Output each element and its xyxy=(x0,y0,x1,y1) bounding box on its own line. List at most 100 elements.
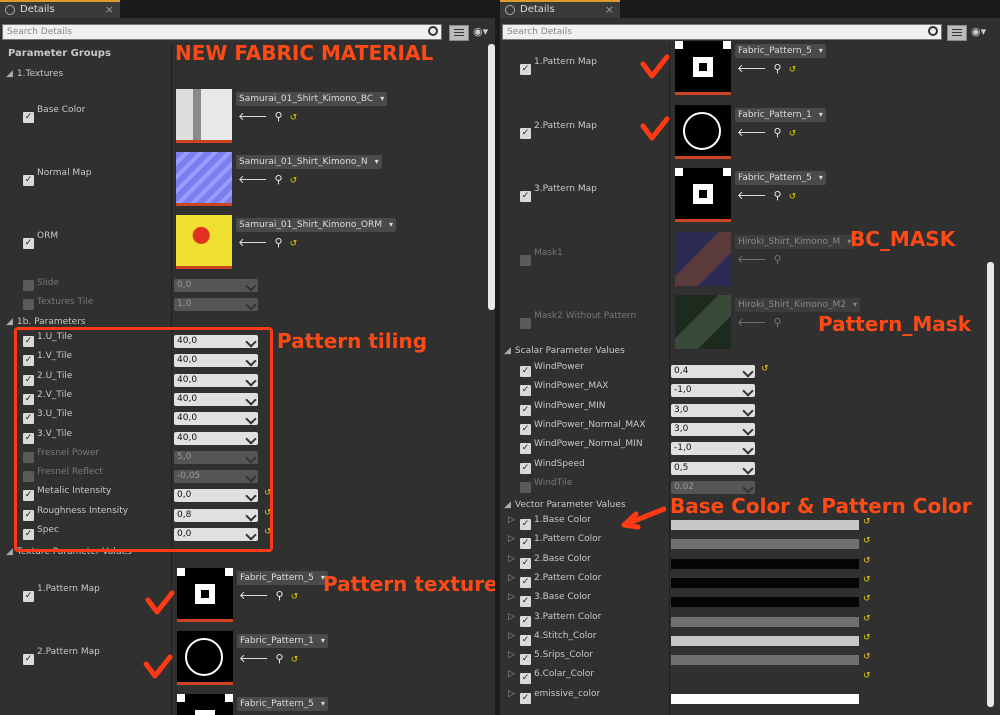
tab-details[interactable]: Details × xyxy=(0,0,120,18)
browse-search-icon[interactable]: ⚲ xyxy=(774,189,782,202)
expand-arrow-icon[interactable]: ▷ xyxy=(508,592,515,602)
reset-icon[interactable]: ↺ xyxy=(291,655,299,665)
reset-icon[interactable]: ↺ xyxy=(863,614,871,624)
reset-icon[interactable]: ↺ xyxy=(863,652,871,662)
reset-icon[interactable]: ↺ xyxy=(761,364,769,374)
color-swatch[interactable] xyxy=(671,674,859,685)
reset-icon[interactable]: ↺ xyxy=(291,592,299,602)
close-icon[interactable]: × xyxy=(105,2,114,18)
pattern-1-asset-dropdown[interactable]: Fabric_Pattern_1 xyxy=(735,107,826,122)
vector-checkbox[interactable]: ✓ xyxy=(520,576,531,588)
use-selected-arrow-icon[interactable]: 🡐 xyxy=(737,62,767,75)
texture-2-thumbnail[interactable] xyxy=(176,215,232,269)
vector-checkbox[interactable]: ✓ xyxy=(520,654,531,666)
use-selected-arrow-icon[interactable]: 🡐 xyxy=(238,173,268,186)
pattern-0-asset-dropdown[interactable]: Fabric_Pattern_5 xyxy=(735,44,826,58)
use-selected-arrow-icon[interactable]: 🡐 xyxy=(238,236,268,249)
expand-arrow-icon[interactable]: ▷ xyxy=(508,573,515,583)
pattern-2-asset-dropdown[interactable]: Fabric_Pattern_5 xyxy=(237,697,328,711)
vector-checkbox[interactable]: ✓ xyxy=(520,519,531,530)
use-selected-arrow-icon[interactable]: 🡐 xyxy=(238,110,268,123)
search-input[interactable]: Search Details xyxy=(502,24,942,40)
scalar-value-field[interactable]: -1,0 xyxy=(671,384,755,398)
color-swatch[interactable] xyxy=(671,616,859,627)
vector-checkbox[interactable]: ✓ xyxy=(520,596,531,608)
reset-icon[interactable]: ↺ xyxy=(789,129,797,139)
color-swatch[interactable] xyxy=(671,520,859,530)
scalar-checkbox[interactable]: ✓ xyxy=(520,462,531,474)
browse-search-icon[interactable]: ⚲ xyxy=(774,316,782,329)
browse-search-icon[interactable]: ⚲ xyxy=(774,253,782,266)
scalar-checkbox[interactable]: ✓ xyxy=(520,404,531,416)
scalar-checkbox[interactable] xyxy=(520,481,531,493)
view-options-button[interactable] xyxy=(449,25,469,41)
vector-checkbox[interactable]: ✓ xyxy=(520,538,531,550)
expand-arrow-icon[interactable]: ▷ xyxy=(508,689,515,699)
pattern-0-checkbox[interactable]: ✓ xyxy=(520,64,531,75)
browse-search-icon[interactable]: ⚲ xyxy=(276,589,284,602)
tab-details[interactable]: Details × xyxy=(500,0,620,18)
browse-search-icon[interactable]: ⚲ xyxy=(774,126,782,139)
texture-1-checkbox[interactable]: ✓ xyxy=(23,175,34,186)
expand-arrow-icon[interactable]: ▷ xyxy=(508,612,515,622)
pattern-2-thumbnail[interactable] xyxy=(675,168,731,222)
pattern-0-thumbnail[interactable] xyxy=(177,568,233,622)
use-selected-arrow-icon[interactable]: 🡐 xyxy=(737,253,767,266)
color-swatch[interactable] xyxy=(671,577,859,588)
scalar-value-field[interactable]: 3,0 xyxy=(671,403,755,417)
pattern-2-asset-dropdown[interactable]: Fabric_Pattern_5 xyxy=(735,171,826,185)
color-swatch[interactable] xyxy=(671,635,859,646)
group-parameters[interactable]: ◢ 1b. Parameters xyxy=(6,317,86,327)
reset-icon[interactable]: ↺ xyxy=(863,556,871,566)
browse-search-icon[interactable]: ⚲ xyxy=(275,110,283,123)
use-selected-arrow-icon[interactable]: 🡐 xyxy=(737,189,767,202)
slide-field[interactable]: 0,0 xyxy=(174,279,258,292)
vector-checkbox[interactable]: ✓ xyxy=(520,557,531,569)
view-options-button[interactable] xyxy=(947,25,967,41)
scalar-checkbox[interactable]: ✓ xyxy=(520,385,531,397)
pattern-2-thumbnail[interactable] xyxy=(177,694,233,715)
scalar-value-field[interactable]: -1,0 xyxy=(671,442,755,456)
color-swatch[interactable] xyxy=(671,558,859,569)
texture-1-asset-dropdown[interactable]: Samurai_01_Shirt_Kimono_N xyxy=(236,155,382,169)
scalar-checkbox[interactable]: ✓ xyxy=(520,423,531,435)
expand-arrow-icon[interactable]: ▷ xyxy=(508,650,515,660)
group-scalar-parameter-values[interactable]: ◢ Scalar Parameter Values xyxy=(504,346,625,356)
color-swatch[interactable] xyxy=(671,539,859,550)
texture-1-thumbnail[interactable] xyxy=(176,152,232,206)
vector-checkbox[interactable]: ✓ xyxy=(520,692,531,704)
slide-checkbox[interactable] xyxy=(23,280,34,291)
use-selected-arrow-icon[interactable]: 🡐 xyxy=(737,316,767,329)
reset-icon[interactable]: ↺ xyxy=(863,633,871,643)
textures-tile-checkbox[interactable] xyxy=(23,299,34,310)
textures-tile-field[interactable]: 1,0 xyxy=(174,298,258,311)
color-swatch[interactable] xyxy=(671,597,859,608)
use-selected-arrow-icon[interactable]: 🡐 xyxy=(239,652,269,665)
texture-0-checkbox[interactable]: ✓ xyxy=(23,112,34,123)
reset-icon[interactable]: ↺ xyxy=(863,594,871,604)
scalar-value-field[interactable]: 0,02 xyxy=(671,480,755,494)
pattern-3-thumbnail[interactable] xyxy=(675,231,731,286)
browse-search-icon[interactable]: ⚲ xyxy=(275,173,283,186)
vector-checkbox[interactable]: ✓ xyxy=(520,634,531,646)
browse-search-icon[interactable]: ⚲ xyxy=(276,652,284,665)
pattern-2-checkbox[interactable]: ✓ xyxy=(520,191,531,202)
color-swatch[interactable] xyxy=(671,655,859,666)
pattern-1-thumbnail[interactable] xyxy=(177,631,233,685)
expand-arrow-icon[interactable]: ▷ xyxy=(508,534,515,544)
scalar-checkbox[interactable]: ✓ xyxy=(520,366,531,377)
group-vector-parameter-values[interactable]: ◢ Vector Parameter Values xyxy=(504,500,626,510)
pattern-3-asset-dropdown[interactable]: Hiroki_Shirt_Kimono_M xyxy=(735,234,855,249)
color-swatch[interactable] xyxy=(671,693,859,704)
reset-icon[interactable]: ↺ xyxy=(863,517,871,527)
reset-icon[interactable]: ↺ xyxy=(290,176,298,186)
scalar-value-field[interactable]: 3,0 xyxy=(671,422,755,436)
pattern-0-checkbox[interactable]: ✓ xyxy=(23,591,34,602)
pattern-0-asset-dropdown[interactable]: Fabric_Pattern_5 xyxy=(237,571,328,585)
reset-icon[interactable]: ↺ xyxy=(863,536,871,546)
pattern-1-checkbox[interactable]: ✓ xyxy=(23,654,34,665)
expand-arrow-icon[interactable]: ▷ xyxy=(508,515,515,525)
pattern-1-asset-dropdown[interactable]: Fabric_Pattern_1 xyxy=(237,634,328,648)
scrollbar[interactable] xyxy=(488,44,495,310)
texture-2-checkbox[interactable]: ✓ xyxy=(23,238,34,249)
